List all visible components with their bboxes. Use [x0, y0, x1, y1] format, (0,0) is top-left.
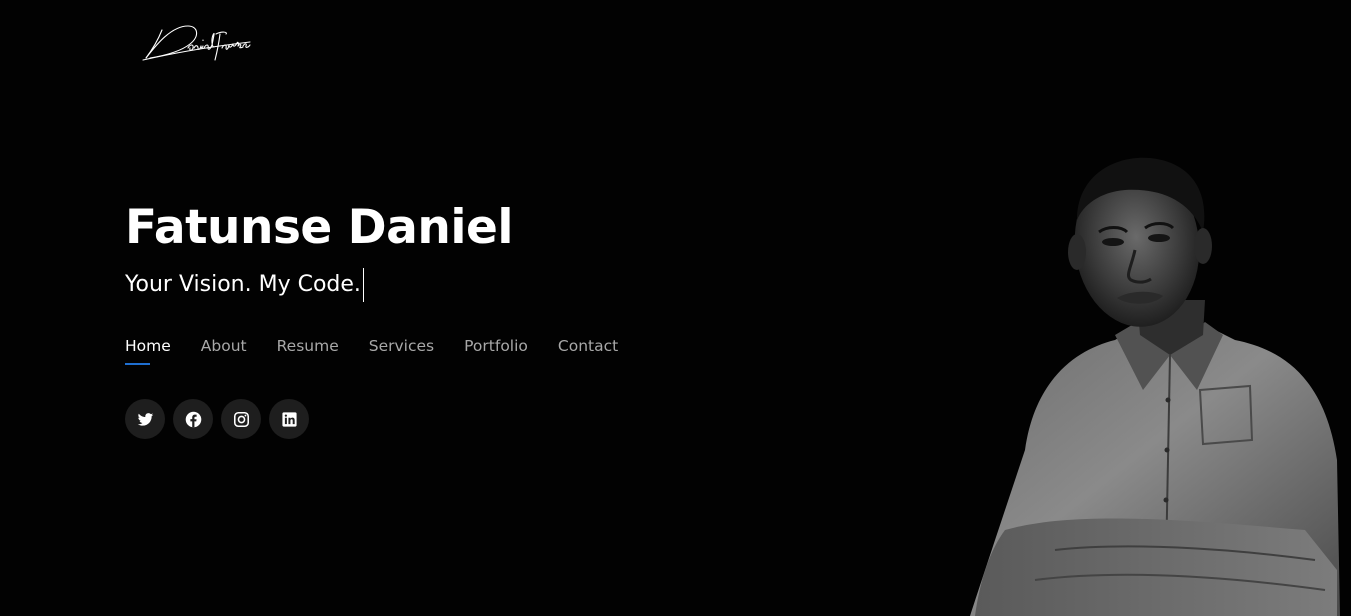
linkedin-icon	[281, 411, 297, 427]
social-links	[125, 399, 309, 439]
main-nav: Home About Resume Services Portfolio Con…	[125, 335, 648, 365]
hero-page: Fatunse Daniel Your Vision. My Code. Hom…	[0, 0, 1351, 616]
nav-item-portfolio[interactable]: Portfolio	[464, 335, 528, 365]
nav-item-resume[interactable]: Resume	[277, 335, 339, 365]
nav-item-about[interactable]: About	[201, 335, 247, 365]
twitter-icon	[137, 412, 153, 426]
hero-section: Fatunse Daniel Your Vision. My Code.	[125, 198, 513, 302]
portrait-photo	[965, 150, 1351, 616]
signature-logo[interactable]	[140, 18, 256, 68]
linkedin-button[interactable]	[269, 399, 309, 439]
nav-item-services[interactable]: Services	[369, 335, 434, 365]
hero-name: Fatunse Daniel	[125, 200, 513, 255]
portrait-image	[970, 157, 1340, 616]
instagram-icon	[233, 411, 249, 427]
nav-item-contact[interactable]: Contact	[558, 335, 618, 365]
tagline-text: Your Vision. My Code.	[125, 272, 361, 297]
facebook-button[interactable]	[173, 399, 213, 439]
nav-item-home[interactable]: Home	[125, 335, 171, 365]
facebook-icon	[185, 411, 201, 427]
signature-logo-image	[142, 25, 251, 61]
hero-tagline: Your Vision. My Code.	[125, 268, 513, 302]
typing-cursor	[362, 268, 364, 302]
twitter-button[interactable]	[125, 399, 165, 439]
instagram-button[interactable]	[221, 399, 261, 439]
